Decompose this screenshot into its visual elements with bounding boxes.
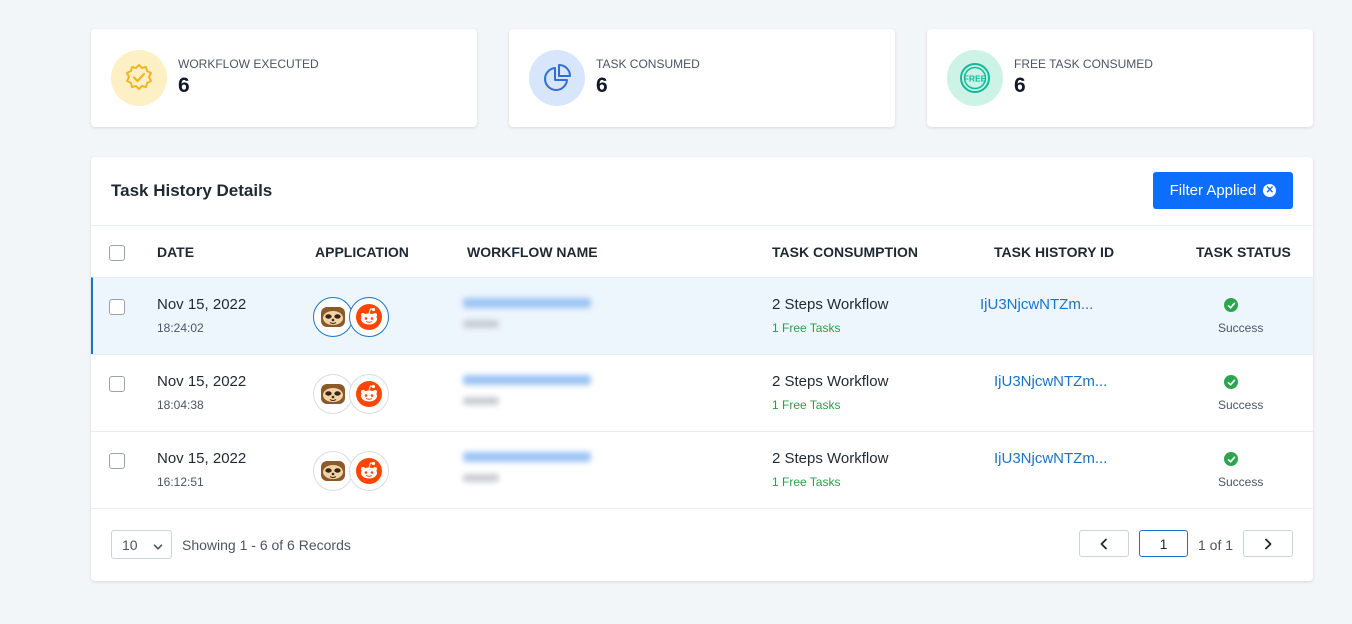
header-task-status: TASK STATUS [1196, 244, 1291, 260]
row-status: Success [1218, 398, 1264, 412]
table-footer: 10 Showing 1 - 6 of 6 Records 1 1 of 1 [91, 508, 1313, 581]
row-consumption: 2 Steps Workflow [772, 450, 889, 467]
reddit-app-icon [349, 451, 389, 491]
sloth-app-icon [313, 297, 353, 337]
select-all-checkbox[interactable] [109, 245, 125, 261]
table-row[interactable]: Nov 15, 2022 16:12:51 2 Steps Workflow 1… [91, 431, 1313, 508]
row-checkbox[interactable] [109, 376, 125, 392]
row-checkbox[interactable] [109, 453, 125, 469]
row-time: 16:12:51 [157, 475, 204, 489]
header-application: APPLICATION [315, 244, 409, 260]
row-time: 18:24:02 [157, 321, 204, 335]
page-size-select[interactable]: 10 [111, 530, 172, 559]
filter-button-label: Filter Applied [1169, 182, 1257, 199]
stat-value: 6 [178, 74, 190, 97]
workflow-name-blurred[interactable] [463, 294, 593, 338]
row-date: Nov 15, 2022 [157, 450, 247, 467]
row-consumption: 2 Steps Workflow [772, 373, 889, 390]
row-checkbox[interactable] [109, 299, 125, 315]
row-free-tasks: 1 Free Tasks [772, 321, 841, 335]
table-row[interactable]: Nov 15, 2022 18:24:02 2 Steps Workflow 1… [91, 277, 1313, 354]
success-check-icon [1224, 452, 1238, 466]
close-circle-icon[interactable]: ✕ [1263, 184, 1277, 197]
page-size-value: 10 [122, 536, 138, 553]
stat-label: WORKFLOW EXECUTED [178, 57, 319, 71]
sloth-app-icon [313, 451, 353, 491]
row-status: Success [1218, 321, 1264, 335]
page-number-input[interactable]: 1 [1139, 530, 1188, 557]
header-task-history-id: TASK HISTORY ID [994, 244, 1115, 260]
svg-text:FREE: FREE [964, 74, 987, 84]
workflow-name-blurred[interactable] [463, 371, 593, 415]
panel-title: Task History Details [111, 181, 273, 200]
task-history-panel: Task History Details Filter Applied ✕ DA… [91, 157, 1313, 581]
row-date: Nov 15, 2022 [157, 296, 247, 313]
free-icon: FREE [947, 50, 1003, 106]
workflow-name-blurred[interactable] [463, 448, 593, 492]
chevron-left-icon [1100, 538, 1107, 549]
records-summary: Showing 1 - 6 of 6 Records [182, 537, 351, 553]
next-page-button[interactable] [1243, 530, 1293, 557]
row-consumption: 2 Steps Workflow [772, 296, 889, 313]
filter-applied-button[interactable]: Filter Applied ✕ [1153, 172, 1293, 209]
success-check-icon [1224, 298, 1238, 312]
chevron-down-icon [153, 539, 163, 555]
stat-value: 6 [1014, 74, 1026, 97]
reddit-app-icon [349, 297, 389, 337]
stat-value: 6 [596, 74, 608, 97]
stat-label: FREE TASK CONSUMED [1014, 57, 1153, 71]
row-free-tasks: 1 Free Tasks [772, 398, 841, 412]
row-free-tasks: 1 Free Tasks [772, 475, 841, 489]
header-workflow-name[interactable]: WORKFLOW NAME [467, 244, 598, 260]
row-date: Nov 15, 2022 [157, 373, 247, 390]
header-task-consumption: TASK CONSUMPTION [772, 244, 918, 260]
row-time: 18:04:38 [157, 398, 204, 412]
stat-label: TASK CONSUMED [596, 57, 700, 71]
stat-card-task-consumed: TASK CONSUMED 6 [509, 29, 895, 127]
table-header: DATE APPLICATION WORKFLOW NAME TASK CONS… [91, 225, 1313, 277]
prev-page-button[interactable] [1079, 530, 1129, 557]
sloth-app-icon [313, 374, 353, 414]
row-task-history-id[interactable]: IjU3NjcwNTZm... [980, 296, 1093, 313]
page-count: 1 of 1 [1198, 537, 1234, 553]
table-row[interactable]: Nov 15, 2022 18:04:38 2 Steps Workflow 1… [91, 354, 1313, 431]
row-task-history-id[interactable]: IjU3NjcwNTZm... [994, 373, 1107, 390]
pie-chart-icon [529, 50, 585, 106]
stat-card-workflow-executed: WORKFLOW EXECUTED 6 [91, 29, 477, 127]
header-date[interactable]: DATE [157, 244, 194, 260]
reddit-app-icon [349, 374, 389, 414]
chevron-right-icon [1265, 538, 1272, 549]
success-check-icon [1224, 375, 1238, 389]
badge-check-icon [111, 50, 167, 106]
row-task-history-id[interactable]: IjU3NjcwNTZm... [994, 450, 1107, 467]
row-status: Success [1218, 475, 1264, 489]
stat-card-free-task-consumed: FREE FREE TASK CONSUMED 6 [927, 29, 1313, 127]
